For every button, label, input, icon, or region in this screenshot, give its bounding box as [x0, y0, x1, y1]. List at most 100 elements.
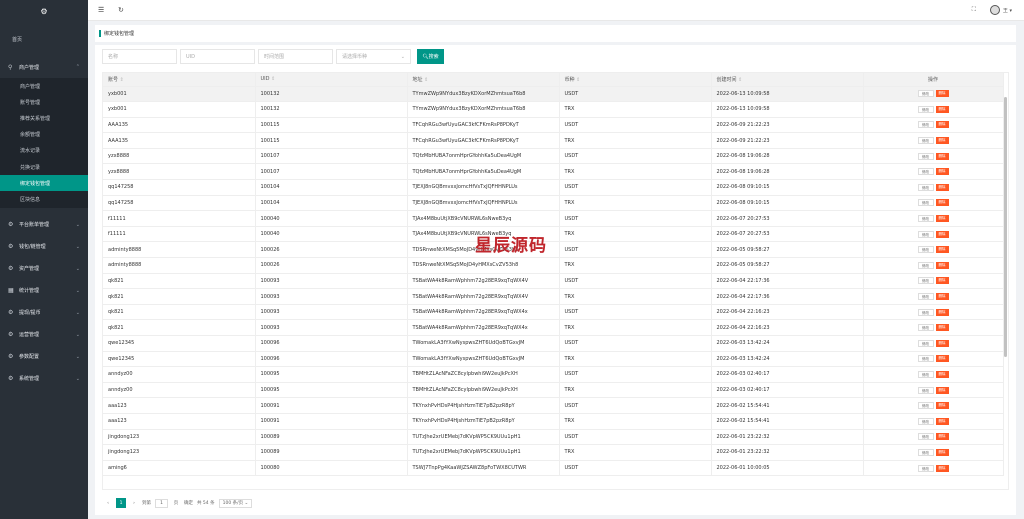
table-row[interactable]: f11111 100040 TJAx4M8buUtjXB9cVNURWL6sNweB… — [103, 210, 1004, 227]
goto-confirm-button[interactable]: 确定 — [184, 498, 193, 508]
edit-button[interactable]: 修改 — [917, 261, 934, 269]
delete-button[interactable]: 删除 — [935, 105, 949, 113]
menu-group[interactable]: ⚙ 参数配置 ⌄ — [0, 346, 88, 368]
menu-group[interactable]: ⚙ 钱包/链管理 ⌄ — [0, 236, 88, 258]
fullscreen-icon[interactable]: ⛶ — [972, 6, 976, 14]
delete-button[interactable]: 删除 — [935, 464, 949, 472]
table-row[interactable]: qwe12345 100096 TWomakLA3fYXwNyspwsZHT6UdQ… — [103, 335, 1004, 352]
sort-icon[interactable]: ⇕ — [423, 77, 428, 83]
table-row[interactable]: yxb001 100132 TYmwZWp9NYdux3BzyKDXorMZhmts… — [103, 86, 1004, 103]
edit-button[interactable]: 修改 — [917, 199, 934, 207]
delete-button[interactable]: 删除 — [935, 183, 949, 191]
table-row[interactable]: qk821 100093 TSBatWA4k8RamWphhm72g28ER9xqT… — [103, 288, 1004, 305]
sidebar-sub-item[interactable]: 区块信息 — [0, 191, 88, 207]
time-range-input[interactable]: 时间范围 — [258, 49, 333, 64]
page-size-select[interactable]: 100 条/页 ⌄ — [218, 498, 253, 508]
edit-button[interactable]: 修改 — [917, 121, 934, 129]
delete-button[interactable]: 删除 — [935, 417, 949, 425]
user-name[interactable]: 王 ▾ — [1003, 7, 1012, 14]
edit-button[interactable]: 修改 — [917, 246, 934, 254]
table-row[interactable]: yzx8888 100107 TQfzMbHUBA7onmHprGYohhKa5uD… — [103, 163, 1004, 181]
sort-icon[interactable]: ⇕ — [118, 77, 124, 83]
table-row[interactable]: yzx8888 100107 TQfzMbHUBA7onmHprGYohhKa5uD… — [103, 148, 1004, 165]
menu-group[interactable]: ⚙ 系统管理 ⌄ — [0, 368, 88, 390]
delete-button[interactable]: 删除 — [935, 386, 949, 394]
delete-button[interactable]: 删除 — [935, 293, 949, 301]
edit-button[interactable]: 修改 — [917, 230, 934, 238]
edit-button[interactable]: 修改 — [917, 293, 934, 301]
delete-button[interactable]: 删除 — [935, 261, 949, 269]
edit-button[interactable]: 修改 — [917, 183, 934, 191]
delete-button[interactable]: 删除 — [935, 152, 949, 160]
sort-icon[interactable]: ⇕ — [737, 77, 742, 83]
edit-button[interactable]: 修改 — [917, 152, 934, 160]
search-button[interactable]: 🔍︎ 搜索 — [417, 49, 444, 64]
delete-button[interactable]: 删除 — [935, 324, 949, 332]
delete-button[interactable]: 删除 — [935, 355, 949, 363]
table-row[interactable]: adminty8888 100026 TDSRnweNtXMSq5MoJD4yHMX… — [103, 257, 1004, 274]
sort-icon[interactable]: ⇕ — [269, 76, 275, 82]
currency-select[interactable]: 请选择币种 ⌄ — [336, 49, 411, 64]
table-row[interactable]: aming6 100080 TSWJ7TnpPg4KaaWJZSAWZ8pFoTWX… — [103, 460, 1004, 477]
edit-button[interactable]: 修改 — [917, 355, 934, 363]
delete-button[interactable]: 删除 — [935, 168, 949, 176]
table-row[interactable]: anndyz00 100095 TBMHtZLAcNFaZC8cylpbwhi9W2… — [103, 382, 1004, 399]
edit-button[interactable]: 修改 — [917, 168, 934, 176]
delete-button[interactable]: 删除 — [935, 308, 949, 316]
menu-home[interactable]: 首页 — [0, 22, 88, 56]
refresh-icon[interactable]: ↻ — [118, 6, 128, 14]
avatar[interactable] — [989, 5, 1000, 15]
table-row[interactable]: qwe12345 100096 TWomakLA3fYXwNyspwsZHT6UdQ… — [103, 351, 1004, 368]
sidebar-sub-item[interactable]: 账号管理 — [0, 94, 88, 110]
logo[interactable]: ⚙ — [0, 0, 88, 22]
delete-button[interactable]: 删除 — [935, 215, 949, 223]
table-row[interactable]: AAA135 100115 TFCqhRGu3wfUyuGAC3kfCFKmRsP8… — [103, 117, 1004, 134]
menu-group[interactable]: ⚲ 商户管理 ⌃ — [0, 56, 88, 78]
sidebar-sub-item[interactable]: 余额管理 — [0, 127, 88, 143]
delete-button[interactable]: 删除 — [935, 339, 949, 347]
prev-page-button[interactable]: ‹ — [104, 498, 112, 508]
column-header[interactable]: 币种 ⇕ — [559, 73, 712, 87]
delete-button[interactable]: 删除 — [935, 448, 949, 456]
next-page-button[interactable]: › — [130, 498, 138, 508]
sidebar-sub-item[interactable]: 商户管理 — [0, 78, 88, 94]
sidebar-sub-item[interactable]: 兑换记录 — [0, 159, 88, 175]
sidebar-sub-item[interactable]: 推荐关系管理 — [0, 110, 88, 126]
edit-button[interactable]: 修改 — [917, 137, 934, 145]
name-input[interactable]: 名称 — [102, 49, 177, 64]
edit-button[interactable]: 修改 — [917, 308, 934, 316]
table-row[interactable]: jingdong123 100089 TUTzJhe2xrUEMebj7dKVpWP… — [103, 444, 1004, 461]
uid-input[interactable]: UID — [180, 49, 255, 64]
table-row[interactable]: f11111 100040 TJAx4M8buUtjXB9cVNURWL6sNweB… — [103, 226, 1004, 243]
edit-button[interactable]: 修改 — [917, 433, 934, 441]
delete-button[interactable]: 删除 — [935, 90, 949, 98]
column-header[interactable]: 账号 ⇕ — [103, 73, 256, 87]
edit-button[interactable]: 修改 — [917, 339, 934, 347]
delete-button[interactable]: 删除 — [935, 277, 949, 285]
edit-button[interactable]: 修改 — [917, 277, 934, 285]
delete-button[interactable]: 删除 — [935, 121, 949, 129]
edit-button[interactable]: 修改 — [917, 417, 934, 425]
delete-button[interactable]: 删除 — [935, 137, 949, 145]
edit-button[interactable]: 修改 — [917, 402, 934, 410]
delete-button[interactable]: 删除 — [935, 246, 949, 254]
sidebar-sub-item[interactable]: 流水记录 — [0, 143, 88, 159]
table-row[interactable]: AAA135 100115 TFCqhRGu3wfUyuGAC3kfCFKmRsP8… — [103, 132, 1004, 149]
table-wrapper[interactable]: 账号 ⇕ UID ⇕ 地址 ⇕ 币种 ⇕ 创建时间 ⇕ 操作 yxb001 100132 TY… — [102, 72, 1009, 490]
table-row[interactable]: qk821 100093 TSBatWA4k8RamWphhm72g28ER9xqT… — [103, 319, 1004, 336]
table-row[interactable]: qq147258 100104 TJEXJ8nGQBmvxxJomcHfVsTxJQ… — [103, 195, 1004, 212]
column-header[interactable]: UID ⇕ — [255, 73, 408, 87]
delete-button[interactable]: 删除 — [935, 402, 949, 410]
column-header[interactable]: 创建时间 ⇕ — [711, 73, 864, 87]
edit-button[interactable]: 修改 — [917, 90, 934, 98]
delete-button[interactable]: 删除 — [935, 199, 949, 207]
menu-group[interactable]: ▦ 统计管理 ⌄ — [0, 280, 88, 302]
table-row[interactable]: adminty8888 100026 TDSRnweNtXMSq5MoJD4yHMX… — [103, 241, 1004, 259]
menu-group[interactable]: ⚙ 资产管理 ⌄ — [0, 258, 88, 280]
edit-button[interactable]: 修改 — [917, 448, 934, 456]
current-page-button[interactable]: 1 — [116, 498, 126, 508]
table-row[interactable]: yxb001 100132 TYmwZWp9NYdux3BzyKDXorMZhmts… — [103, 101, 1004, 118]
edit-button[interactable]: 修改 — [917, 370, 934, 378]
edit-button[interactable]: 修改 — [917, 324, 934, 332]
sidebar-sub-item[interactable]: 绑定钱包管理 — [0, 175, 88, 192]
